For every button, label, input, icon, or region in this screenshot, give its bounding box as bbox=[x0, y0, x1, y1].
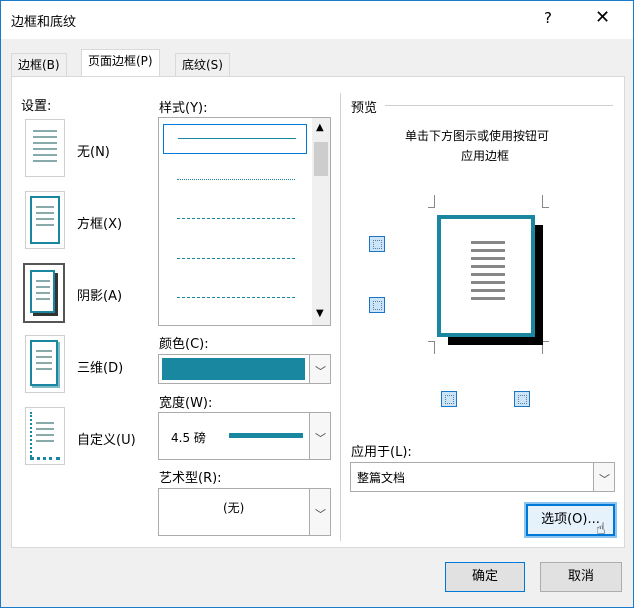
border-bottom-button[interactable] bbox=[369, 297, 385, 313]
width-value: 4.5 磅 bbox=[171, 431, 206, 445]
border-top-button[interactable] bbox=[369, 236, 385, 252]
width-label: 宽度(W): bbox=[159, 396, 213, 411]
cancel-button[interactable]: 取消 bbox=[540, 562, 622, 592]
chevron-down-icon: ﹀ bbox=[315, 508, 326, 521]
art-select[interactable]: (无) ﹀ bbox=[158, 488, 331, 536]
cancel-button-label: 取消 bbox=[567, 569, 594, 584]
corner-mark-tl bbox=[428, 195, 435, 208]
style-scrollbar[interactable]: ▲ ▼ bbox=[312, 118, 330, 325]
border-right-button[interactable] bbox=[514, 391, 530, 407]
close-button[interactable]: ✕ bbox=[595, 7, 610, 28]
ok-button-label: 确定 bbox=[471, 569, 498, 584]
corner-mark-tr bbox=[542, 195, 549, 208]
dialog-title: 边框和底纹 bbox=[11, 15, 77, 30]
tab-page-border[interactable]: 页面边框(P) bbox=[81, 49, 160, 77]
tab-shading-label: 底纹(S) bbox=[182, 58, 223, 72]
mouse-cursor-icon: ☝ bbox=[596, 519, 606, 538]
color-label: 颜色(C): bbox=[159, 337, 209, 352]
help-button[interactable]: ? bbox=[544, 9, 552, 27]
style-list[interactable]: ▲ ▼ bbox=[158, 117, 331, 326]
ok-button[interactable]: 确定 bbox=[445, 562, 525, 592]
settings-heading: 设置: bbox=[21, 99, 52, 114]
column-divider bbox=[340, 93, 341, 541]
setting-none-label: 无(N) bbox=[77, 145, 110, 160]
chevron-down-icon: ﹀ bbox=[599, 473, 610, 486]
apply-to-select[interactable]: 整篇文档 ﹀ bbox=[350, 462, 615, 492]
border-left-button[interactable] bbox=[441, 391, 457, 407]
style-item-long-dash[interactable] bbox=[177, 258, 295, 259]
setting-none-icon bbox=[25, 119, 65, 177]
setting-shadow-label: 阴影(A) bbox=[77, 289, 123, 304]
tab-page-border-label: 页面边框(P) bbox=[88, 54, 153, 68]
art-dropdown-button[interactable]: ﹀ bbox=[309, 489, 330, 535]
options-button-label: 选项(O)... bbox=[541, 512, 600, 527]
setting-3d-icon bbox=[25, 335, 65, 393]
style-item-dash-dot[interactable] bbox=[177, 297, 295, 298]
title-bar: 边框和底纹 ? ✕ bbox=[1, 1, 633, 39]
style-item-dashed[interactable] bbox=[177, 218, 295, 219]
setting-box-icon bbox=[25, 191, 65, 249]
corner-mark-br bbox=[542, 341, 549, 354]
borders-shading-dialog: 边框和底纹 ? ✕ 边框(B) 页面边框(P) 底纹(S) 设置: 无(N) 方… bbox=[0, 0, 634, 608]
chevron-down-icon: ﹀ bbox=[315, 365, 326, 378]
scroll-up-icon[interactable]: ▲ bbox=[316, 122, 324, 133]
width-preview-line bbox=[229, 433, 303, 438]
tab-shading[interactable]: 底纹(S) bbox=[175, 53, 230, 76]
preview-heading: 预览 bbox=[351, 101, 378, 116]
color-select[interactable]: ﹀ bbox=[158, 354, 331, 384]
style-item-dotted[interactable] bbox=[177, 179, 295, 180]
art-value: (无) bbox=[223, 501, 245, 515]
tab-borders[interactable]: 边框(B) bbox=[11, 53, 67, 76]
apply-to-label: 应用于(L): bbox=[351, 445, 412, 460]
apply-to-value: 整篇文档 bbox=[357, 471, 406, 485]
preview-heading-rule bbox=[385, 105, 613, 106]
setting-3d-label: 三维(D) bbox=[77, 361, 124, 376]
art-label: 艺术型(R): bbox=[159, 471, 222, 486]
preview-hint-2: 应用边框 bbox=[461, 149, 510, 163]
setting-custom-icon bbox=[25, 407, 65, 465]
style-item-solid[interactable] bbox=[163, 124, 307, 154]
color-dropdown-button[interactable]: ﹀ bbox=[309, 355, 330, 383]
setting-custom-label: 自定义(U) bbox=[77, 433, 136, 448]
tab-borders-label: 边框(B) bbox=[18, 58, 60, 72]
preview-page bbox=[437, 215, 535, 337]
color-swatch bbox=[162, 358, 305, 380]
setting-shadow-icon bbox=[23, 263, 65, 323]
scroll-thumb[interactable] bbox=[314, 142, 328, 176]
width-dropdown-button[interactable]: ﹀ bbox=[309, 413, 330, 459]
preview-hint-1: 单击下方图示或使用按钮可 bbox=[405, 129, 550, 143]
chevron-down-icon: ﹀ bbox=[315, 432, 326, 445]
scroll-down-icon[interactable]: ▼ bbox=[316, 308, 324, 319]
width-select[interactable]: 4.5 磅 ﹀ bbox=[158, 412, 331, 460]
apply-to-dropdown-button[interactable]: ﹀ bbox=[593, 463, 614, 491]
style-label: 样式(Y): bbox=[159, 101, 208, 116]
corner-mark-bl bbox=[428, 341, 435, 354]
setting-box-label: 方框(X) bbox=[77, 217, 123, 232]
